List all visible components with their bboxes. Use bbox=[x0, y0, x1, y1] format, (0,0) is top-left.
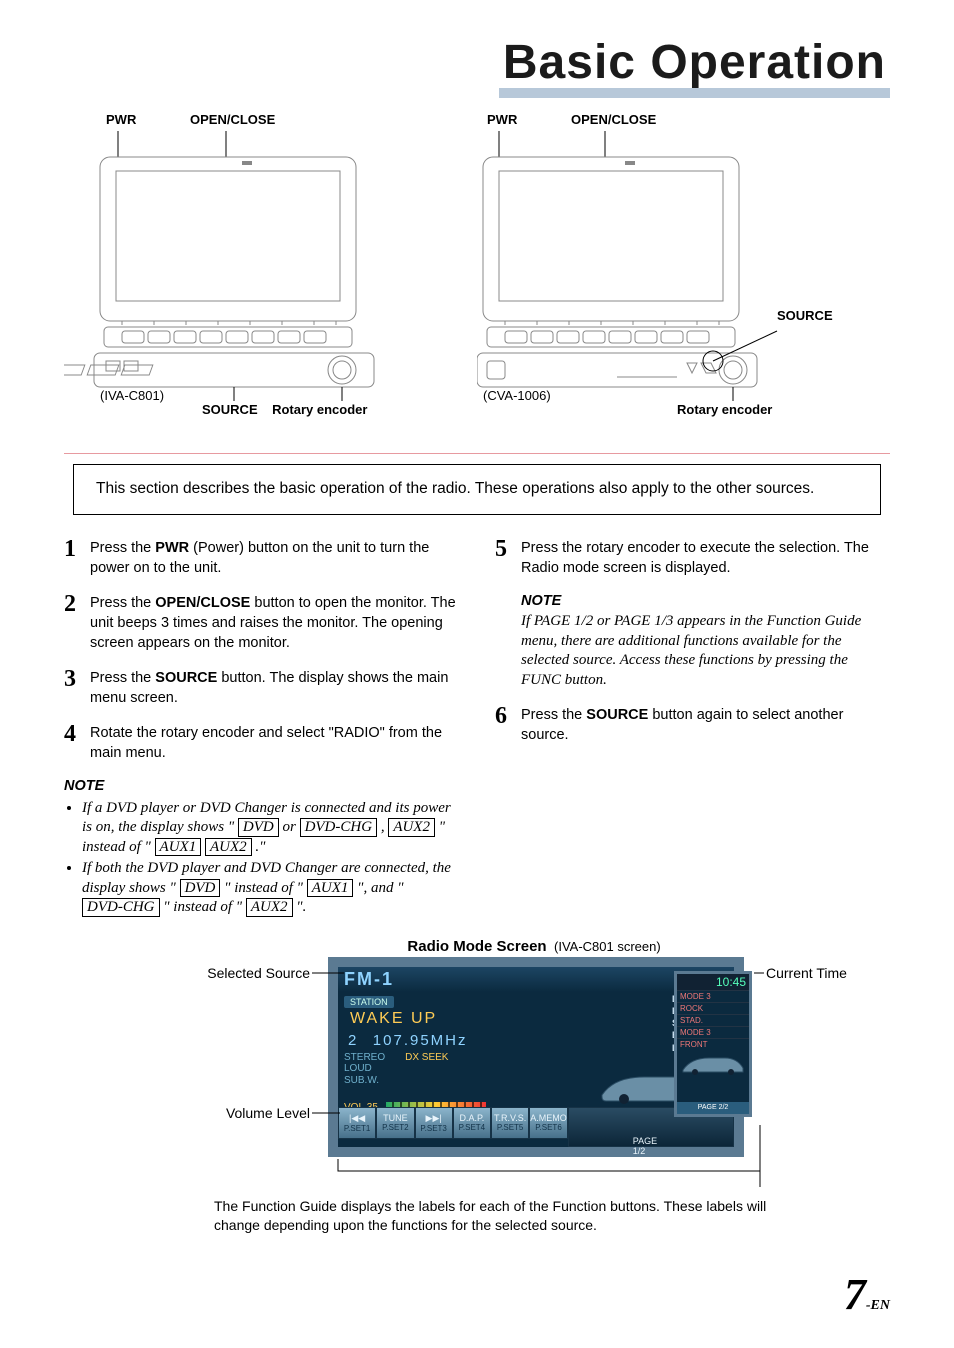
func-btn-6[interactable]: A.MEMOP.SET6 bbox=[529, 1107, 568, 1139]
frequency: 107.95MHz bbox=[373, 1032, 468, 1049]
func-btn-5[interactable]: T.R.V.S.P.SET5 bbox=[491, 1107, 529, 1139]
device-illustration-right bbox=[477, 131, 837, 401]
mini-screenshot: 10:45 MODE 3 ROCK STAD. MODE 3 FRONT PAG… bbox=[674, 971, 752, 1117]
callout-selected-source: Selected Source bbox=[160, 965, 310, 981]
mini-page: PAGE 2/2 bbox=[677, 1102, 749, 1114]
note-body-right: If PAGE 1/2 or PAGE 1/3 appears in the F… bbox=[521, 612, 890, 690]
model-label-right: (CVA-1006) bbox=[483, 388, 551, 403]
screen-title: Radio Mode Screen bbox=[64, 938, 890, 955]
callout-current-time: Current Time bbox=[766, 965, 847, 981]
func-btn-3[interactable]: ▶▶|P.SET3 bbox=[415, 1107, 453, 1139]
label-openclose-right: OPEN/CLOSE bbox=[571, 112, 656, 127]
screen-model-label: (IVA-C801 screen) bbox=[554, 939, 661, 954]
model-label-left: (IVA-C801) bbox=[100, 388, 164, 403]
func-btn-4[interactable]: D.A.P.P.SET4 bbox=[453, 1107, 491, 1139]
page-number: 7-EN bbox=[844, 1269, 890, 1320]
radio-mode-screen: (IVA-C801 screen) FM-1 10:45 STATION WAK… bbox=[64, 957, 890, 1187]
label-source-right: SOURCE bbox=[777, 308, 833, 323]
label-rotary-right: Rotary encoder bbox=[677, 402, 772, 417]
note-body-left: If a DVD player or DVD Changer is connec… bbox=[64, 799, 459, 918]
func-btn-1[interactable]: |◀◀P.SET1 bbox=[338, 1107, 376, 1139]
status-mid: DX SEEK bbox=[405, 1052, 448, 1087]
function-guide-caption: The Function Guide displays the labels f… bbox=[214, 1197, 774, 1235]
step-6: 6 Press the SOURCE button again to selec… bbox=[495, 704, 890, 745]
selected-source-value: FM-1 bbox=[344, 969, 394, 990]
func-btn-2[interactable]: TUNEP.SET2 bbox=[376, 1107, 414, 1139]
step-1: 1 Press the PWR (Power) button on the un… bbox=[64, 537, 459, 578]
status-left: STEREO LOUD SUB.W. bbox=[344, 1052, 385, 1087]
preset-number: 2 bbox=[348, 1032, 358, 1049]
step-3: 3 Press the SOURCE button. The display s… bbox=[64, 667, 459, 708]
mini-clock: 10:45 bbox=[677, 974, 749, 990]
intro-box: This section describes the basic operati… bbox=[73, 464, 881, 515]
label-openclose-left: OPEN/CLOSE bbox=[190, 112, 275, 127]
label-rotary-left: Rotary encoder bbox=[272, 402, 367, 417]
step-5: 5 Press the rotary encoder to execute th… bbox=[495, 537, 890, 578]
note-heading-right: NOTE bbox=[521, 592, 890, 612]
callout-volume: Volume Level bbox=[160, 1105, 310, 1121]
step-4: 4 Rotate the rotary encoder and select "… bbox=[64, 722, 459, 763]
label-source-left: SOURCE bbox=[202, 402, 258, 417]
label-pwr-left: PWR bbox=[106, 112, 172, 127]
label-pwr-right: PWR bbox=[487, 112, 553, 127]
device-illustration-left bbox=[64, 131, 424, 401]
page-title: Basic Operation bbox=[499, 38, 890, 98]
station-chip: STATION bbox=[344, 996, 394, 1008]
note-heading-left: NOTE bbox=[64, 777, 459, 797]
step-2: 2 Press the OPEN/CLOSE button to open th… bbox=[64, 592, 459, 653]
device-diagrams: PWR OPEN/CLOSE bbox=[64, 112, 890, 401]
mini-car-icon bbox=[677, 1050, 749, 1078]
divider bbox=[64, 453, 890, 454]
